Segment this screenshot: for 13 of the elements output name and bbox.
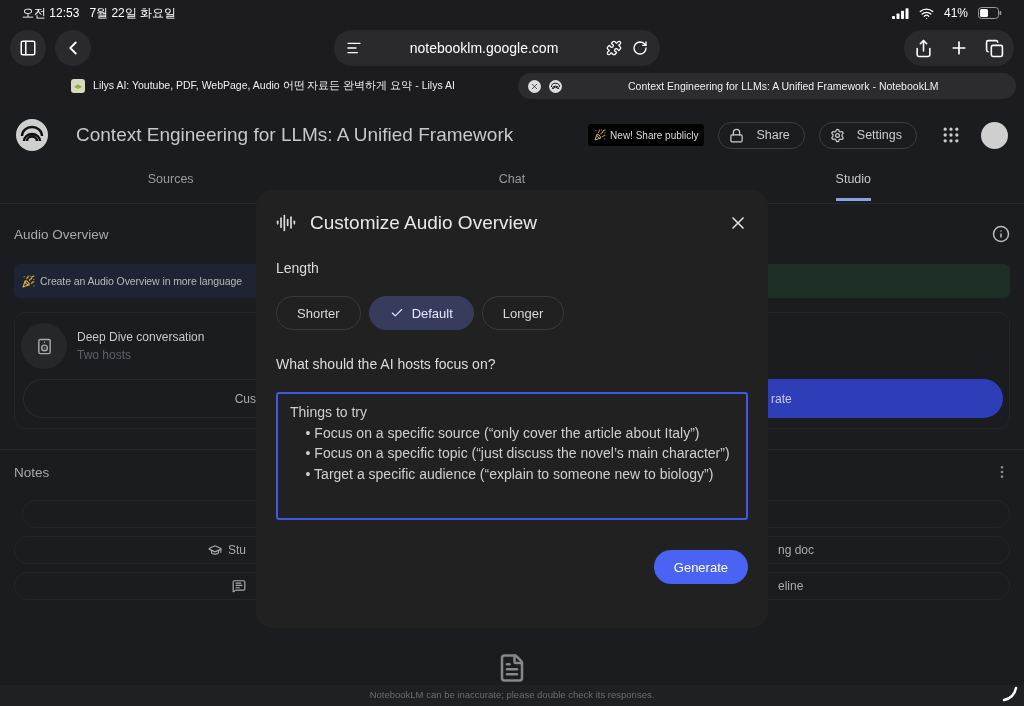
disclaimer-text: NotebookLM can be inaccurate; please double check its responses. (0, 685, 1024, 706)
length-label: Length (276, 260, 320, 276)
battery-percent: 41% (943, 6, 968, 20)
card-title: Deep Dive conversation (77, 330, 205, 344)
focus-label: What should the AI hosts focus on? (276, 356, 497, 372)
section-heading: Notes (14, 464, 50, 480)
notebook-title: Context Engineering for LLMs: A Unified Framework (76, 124, 514, 146)
card-subtitle: Two hosts (77, 348, 133, 362)
status-time: 오전 12:53 (22, 4, 80, 22)
status-date: 7월 22일 화요일 (89, 4, 177, 22)
promo-tag: New! Share publicly (588, 124, 705, 146)
dialog-title: Customize Audio Overview (310, 212, 539, 234)
section-heading: Audio Overview (14, 226, 109, 242)
